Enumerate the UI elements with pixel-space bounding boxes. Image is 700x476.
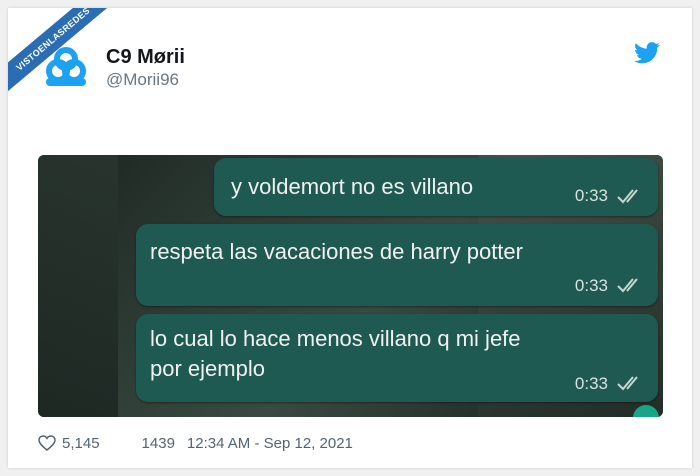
chat-message: lo cual lo hace menos villano q mi jefe … bbox=[136, 314, 658, 402]
retweet-count[interactable]: 1439 bbox=[142, 435, 175, 452]
twitter-bird-icon[interactable] bbox=[634, 42, 660, 64]
message-text: respeta las vacaciones de harry potter bbox=[150, 239, 523, 264]
chat-screenshot[interactable]: y voldemort no es villano 0:33 respeta l… bbox=[38, 155, 663, 417]
tweet-timestamp[interactable]: 12:34 AM - Sep 12, 2021 bbox=[187, 435, 353, 452]
message-time: 0:33 bbox=[574, 374, 608, 393]
heart-icon[interactable] bbox=[38, 435, 56, 451]
chat-message: y voldemort no es villano 0:33 bbox=[214, 158, 658, 216]
author-name[interactable]: C9 Mørii bbox=[106, 46, 185, 69]
message-line: lo cual lo hace menos villano q mi jefe bbox=[150, 326, 521, 351]
message-time: 0:33 bbox=[574, 186, 608, 205]
tweet-card: VISTOENLASREDES C9 Mørii @Morii96 y vold… bbox=[8, 8, 692, 468]
cloud9-logo-icon[interactable] bbox=[38, 40, 94, 96]
background-shape bbox=[38, 155, 118, 417]
double-check-icon bbox=[617, 376, 638, 391]
tweet-footer: 5,145 1439 12:34 AM - Sep 12, 2021 bbox=[38, 432, 353, 454]
double-check-icon bbox=[617, 278, 638, 293]
like-count[interactable]: 5,145 bbox=[62, 435, 100, 452]
message-time: 0:33 bbox=[574, 276, 608, 295]
chat-message: respeta las vacaciones de harry potter 0… bbox=[136, 224, 658, 306]
message-text: lo cual lo hace menos villano q mi jefe … bbox=[150, 324, 521, 384]
double-check-icon bbox=[617, 189, 638, 204]
author-handle[interactable]: @Morii96 bbox=[106, 70, 179, 90]
message-line: por ejemplo bbox=[150, 356, 265, 381]
message-text: y voldemort no es villano bbox=[231, 174, 474, 199]
